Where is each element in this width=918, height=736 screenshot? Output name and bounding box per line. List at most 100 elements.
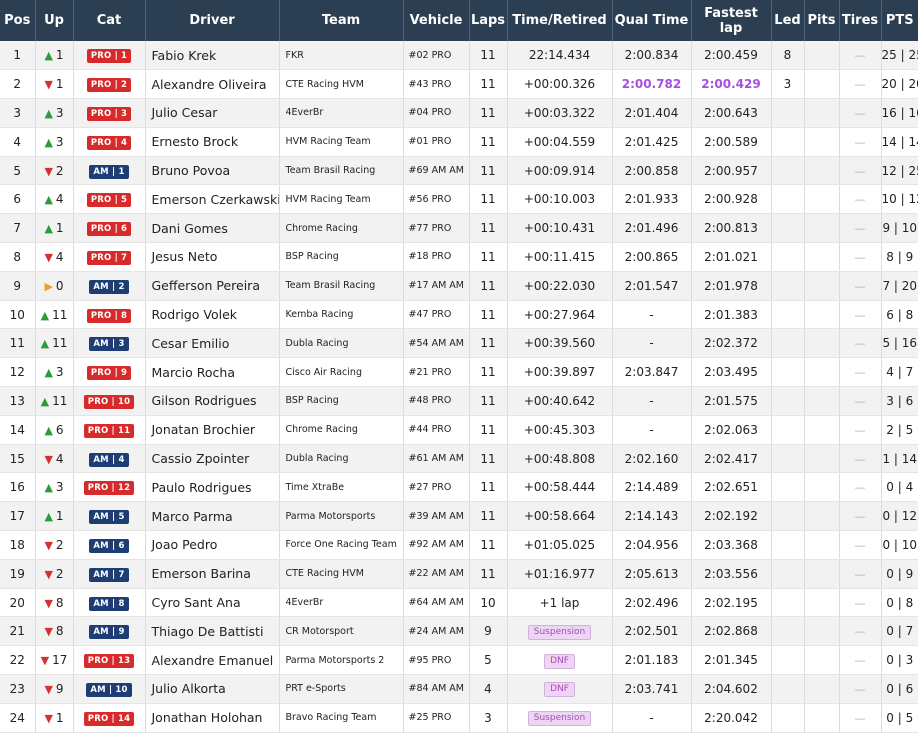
- team-cell[interactable]: CR Motorsport: [279, 616, 404, 647]
- driver-cell[interactable]: Jonatan Brochier: [145, 415, 280, 445]
- table-row[interactable]: 12 ▲ 3 PRO | 9 Marcio Rocha Cisco Air Racing #…: [0, 357, 918, 388]
- laps-cell: 11: [469, 357, 508, 388]
- team-cell[interactable]: Team Brasil Racing: [279, 156, 404, 186]
- header-led[interactable]: Led: [771, 0, 805, 41]
- table-row[interactable]: 11 ▲ 11 AM | 3 Cesar Emilio Dubla Racing #54 A…: [0, 328, 918, 359]
- team-cell[interactable]: Kemba Racing: [279, 300, 404, 330]
- driver-cell[interactable]: Cassio Zpointer: [145, 444, 280, 474]
- table-row[interactable]: 14 ▲ 6 PRO | 11 Jonatan Brochier Chrome Racin…: [0, 415, 918, 445]
- driver-cell[interactable]: Fabio Krek: [145, 41, 280, 71]
- team-cell[interactable]: Parma Motorsports 2: [279, 645, 404, 676]
- team-cell[interactable]: Chrome Racing: [279, 415, 404, 445]
- team-cell[interactable]: BSP Racing: [279, 242, 404, 272]
- driver-cell[interactable]: Julio Alkorta: [145, 674, 280, 704]
- table-row[interactable]: 21 ▼ 8 AM | 9 Thiago De Battisti CR Motorspor…: [0, 616, 918, 647]
- team-cell[interactable]: CTE Racing HVM: [279, 69, 404, 100]
- driver-cell[interactable]: Alexandre Oliveira: [145, 69, 280, 100]
- header-pits[interactable]: Pits: [804, 0, 840, 41]
- team-cell[interactable]: Force One Racing Team: [279, 530, 404, 560]
- header-team[interactable]: Team: [279, 0, 404, 41]
- led-cell: [771, 530, 805, 560]
- team-cell[interactable]: HVM Racing Team: [279, 127, 404, 157]
- driver-cell[interactable]: Marcio Rocha: [145, 357, 280, 388]
- driver-cell[interactable]: Emerson Barina: [145, 559, 280, 589]
- pos-cell: 11: [0, 328, 36, 359]
- header-cat[interactable]: Cat: [73, 0, 146, 41]
- table-row[interactable]: 5 ▼ 2 AM | 1 Bruno Povoa Team Brasil Racing #6…: [0, 156, 918, 186]
- driver-cell[interactable]: Bruno Povoa: [145, 156, 280, 186]
- driver-cell[interactable]: Gefferson Pereira: [145, 271, 280, 301]
- header-qual[interactable]: Qual Time: [612, 0, 692, 41]
- driver-cell[interactable]: Jesus Neto: [145, 242, 280, 272]
- table-row[interactable]: 17 ▲ 1 AM | 5 Marco Parma Parma Motorsports #3…: [0, 501, 918, 532]
- header-fastest[interactable]: Fastest lap: [691, 0, 772, 41]
- header-time[interactable]: Time/Retired: [507, 0, 613, 41]
- table-row[interactable]: 19 ▼ 2 AM | 7 Emerson Barina CTE Racing HVM #2…: [0, 559, 918, 589]
- table-row[interactable]: 20 ▼ 8 AM | 8 Cyro Sant Ana 4EverBr #64 AM AM 1…: [0, 588, 918, 618]
- header-vehicle[interactable]: Vehicle: [403, 0, 470, 41]
- team-cell[interactable]: Time XtraBe: [279, 472, 404, 503]
- table-row[interactable]: 16 ▲ 3 PRO | 12 Paulo Rodrigues Time XtraBe #2…: [0, 472, 918, 503]
- team-cell[interactable]: Bravo Racing Team: [279, 703, 404, 733]
- position-change-cell: ▼ 8: [35, 616, 74, 647]
- position-change-value: 1: [55, 509, 64, 524]
- table-row[interactable]: 9 ▶ 0 AM | 2 Gefferson Pereira Team Brasil Ra…: [0, 271, 918, 301]
- time-value: +01:05.025: [523, 537, 596, 552]
- table-row[interactable]: 15 ▼ 4 AM | 4 Cassio Zpointer Dubla Racing #61…: [0, 444, 918, 474]
- driver-cell[interactable]: Thiago De Battisti: [145, 616, 280, 647]
- team-cell[interactable]: Chrome Racing: [279, 213, 404, 244]
- driver-cell[interactable]: Cesar Emilio: [145, 328, 280, 359]
- team-cell[interactable]: PRT e-Sports: [279, 674, 404, 704]
- driver-cell[interactable]: Paulo Rodrigues: [145, 472, 280, 503]
- table-row[interactable]: 4 ▲ 3 PRO | 4 Ernesto Brock HVM Racing Team #0…: [0, 127, 918, 157]
- table-row[interactable]: 18 ▼ 2 AM | 6 Joao Pedro Force One Racing Tea…: [0, 530, 918, 560]
- driver-cell[interactable]: Joao Pedro: [145, 530, 280, 560]
- header-laps[interactable]: Laps: [469, 0, 508, 41]
- team-cell[interactable]: Dubla Racing: [279, 328, 404, 359]
- pos-cell: 13: [0, 386, 36, 416]
- team-cell[interactable]: HVM Racing Team: [279, 184, 404, 215]
- driver-cell[interactable]: Emerson Czerkawski: [145, 184, 280, 215]
- time-value: +00:58.444: [523, 480, 596, 495]
- table-row[interactable]: 8 ▼ 4 PRO | 7 Jesus Neto BSP Racing #18 PRO 11 +…: [0, 242, 918, 272]
- driver-cell[interactable]: Dani Gomes: [145, 213, 280, 244]
- driver-cell[interactable]: Alexandre Emanuel: [145, 645, 280, 676]
- driver-cell[interactable]: Julio Cesar: [145, 98, 280, 128]
- driver-cell[interactable]: Ernesto Brock: [145, 127, 280, 157]
- driver-cell[interactable]: Gilson Rodrigues: [145, 386, 280, 416]
- table-row[interactable]: 22 ▼ 17 PRO | 13 Alexandre Emanuel Parma Moto…: [0, 645, 918, 676]
- table-row[interactable]: 2 ▼ 1 PRO | 2 Alexandre Oliveira CTE Racing H…: [0, 69, 918, 100]
- pits-cell: [804, 156, 840, 186]
- driver-cell[interactable]: Marco Parma: [145, 501, 280, 532]
- led-cell: [771, 559, 805, 589]
- table-row[interactable]: 1 ▲ 1 PRO | 1 Fabio Krek FKR #02 PRO 11 22:14.43…: [0, 41, 918, 71]
- team-cell[interactable]: Dubla Racing: [279, 444, 404, 474]
- time-cell: 22:14.434: [507, 41, 613, 71]
- driver-cell[interactable]: Cyro Sant Ana: [145, 588, 280, 618]
- team-cell[interactable]: 4EverBr: [279, 98, 404, 128]
- table-row[interactable]: 10 ▲ 11 PRO | 8 Rodrigo Volek Kemba Racing #47…: [0, 300, 918, 330]
- team-cell[interactable]: 4EverBr: [279, 588, 404, 618]
- table-row[interactable]: 3 ▲ 3 PRO | 3 Julio Cesar 4EverBr #04 PRO 11 +00…: [0, 98, 918, 128]
- team-cell[interactable]: FKR: [279, 41, 404, 71]
- driver-cell[interactable]: Jonathan Holohan: [145, 703, 280, 733]
- header-pos[interactable]: Pos: [0, 0, 36, 41]
- time-cell: Suspension: [507, 616, 613, 647]
- team-cell[interactable]: Cisco Air Racing: [279, 357, 404, 388]
- team-cell[interactable]: BSP Racing: [279, 386, 404, 416]
- header-tires[interactable]: Tires: [839, 0, 882, 41]
- fastest-lap-cell: 2:00.643: [691, 98, 772, 128]
- header-driver[interactable]: Driver: [145, 0, 280, 41]
- table-row[interactable]: 23 ▼ 9 AM | 10 Julio Alkorta PRT e-Sports #84 …: [0, 674, 918, 704]
- table-row[interactable]: 24 ▼ 1 PRO | 14 Jonathan Holohan Bravo Racing…: [0, 703, 918, 733]
- table-row[interactable]: 13 ▲ 11 PRO | 10 Gilson Rodrigues BSP Racing #…: [0, 386, 918, 416]
- table-row[interactable]: 7 ▲ 1 PRO | 6 Dani Gomes Chrome Racing #77 PRO…: [0, 213, 918, 244]
- table-row[interactable]: 6 ▲ 4 PRO | 5 Emerson Czerkawski HVM Racing T…: [0, 184, 918, 215]
- header-pts[interactable]: PTS: [881, 0, 918, 41]
- team-cell[interactable]: CTE Racing HVM: [279, 559, 404, 589]
- driver-cell[interactable]: Rodrigo Volek: [145, 300, 280, 330]
- team-cell[interactable]: Parma Motorsports: [279, 501, 404, 532]
- header-up[interactable]: Up: [35, 0, 74, 41]
- qual-time-cell: 2:01.547: [612, 271, 692, 301]
- team-cell[interactable]: Team Brasil Racing: [279, 271, 404, 301]
